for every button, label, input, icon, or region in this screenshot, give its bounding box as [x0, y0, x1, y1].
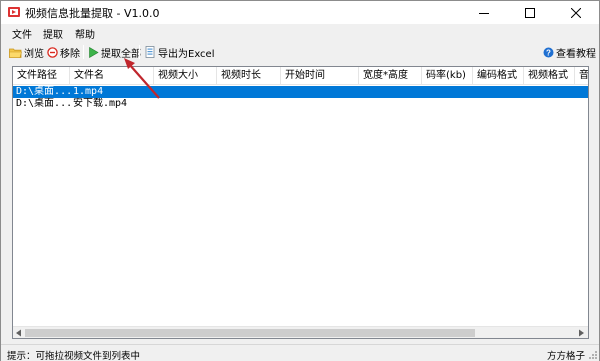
- export-icon: [145, 46, 155, 58]
- toolbar-separator: [83, 45, 84, 59]
- menu-bar: 文件 提取 帮助: [1, 24, 599, 42]
- help-icon: ?: [543, 47, 554, 57]
- title-bar[interactable]: 视频信息批量提取 - V1.0.0: [1, 1, 599, 24]
- window-title: 视频信息批量提取 - V1.0.0: [25, 7, 160, 20]
- remove-button[interactable]: 移除: [47, 43, 80, 61]
- scroll-left-icon[interactable]: [15, 329, 22, 337]
- close-icon: [571, 7, 581, 18]
- list-header: 文件路径 文件名 视频大小 视频时长 开始时间 宽度*高度 码率(kb) 编码格…: [13, 67, 588, 85]
- maximize-icon: [525, 7, 535, 18]
- scroll-right-icon[interactable]: [578, 329, 585, 337]
- column-header-resolution[interactable]: 宽度*高度: [359, 67, 422, 85]
- minimize-button[interactable]: [461, 1, 507, 24]
- svg-text:?: ?: [546, 48, 551, 57]
- export-excel-label: 导出为Excel: [158, 48, 215, 60]
- table-row[interactable]: D:\桌面... 安下载.mp4: [13, 98, 588, 110]
- folder-icon: [9, 48, 22, 58]
- status-brand: 方方格子: [546, 351, 585, 361]
- export-excel-button[interactable]: 导出为Excel: [145, 43, 215, 61]
- close-button[interactable]: [553, 1, 599, 24]
- app-window: 视频信息批量提取 - V1.0.0 文件 提取 帮助 浏览 移除 提取全部 导出…: [0, 0, 600, 361]
- remove-label: 移除: [60, 48, 80, 60]
- column-header-start-time[interactable]: 开始时间: [281, 67, 359, 85]
- tutorial-label: 查看教程: [556, 48, 596, 60]
- tutorial-button[interactable]: ? 查看教程: [543, 43, 596, 61]
- column-header-format[interactable]: 视频格式: [524, 67, 575, 85]
- cell-path: D:\桌面...: [16, 86, 70, 97]
- menu-file[interactable]: 文件: [12, 26, 32, 41]
- column-header-bitrate[interactable]: 码率(kb): [422, 67, 473, 85]
- maximize-button[interactable]: [507, 1, 553, 24]
- table-row[interactable]: D:\桌面... 1.mp4: [13, 86, 588, 98]
- column-header-filename[interactable]: 文件名: [70, 67, 154, 85]
- column-header-audio[interactable]: 音频: [575, 67, 588, 85]
- column-header-codec[interactable]: 编码格式: [473, 67, 524, 85]
- menu-extract[interactable]: 提取: [43, 26, 63, 41]
- column-header-video-size[interactable]: 视频大小: [154, 67, 217, 85]
- minimize-icon: [479, 12, 489, 14]
- cell-filename: 安下载.mp4: [73, 98, 128, 109]
- app-icon: [8, 7, 20, 17]
- play-icon: [89, 46, 99, 58]
- cell-filename: 1.mp4: [73, 86, 104, 97]
- browse-button[interactable]: 浏览: [9, 43, 44, 61]
- horizontal-scrollbar[interactable]: [13, 326, 588, 338]
- column-header-path[interactable]: 文件路径: [13, 67, 70, 85]
- scrollbar-thumb[interactable]: [25, 329, 475, 337]
- toolbar: 浏览 移除 提取全部 导出为Excel ? 查看教程: [1, 42, 599, 62]
- remove-icon: [47, 46, 58, 58]
- browse-label: 浏览: [24, 48, 44, 60]
- status-bar: 提示：可拖拉视频文件到列表中 方方格子: [1, 344, 599, 361]
- resize-grip-icon[interactable]: [589, 351, 598, 360]
- menu-help[interactable]: 帮助: [75, 26, 95, 41]
- file-list[interactable]: 文件路径 文件名 视频大小 视频时长 开始时间 宽度*高度 码率(kb) 编码格…: [12, 66, 589, 339]
- status-hint: 提示：可拖拉视频文件到列表中: [7, 351, 141, 361]
- column-header-duration[interactable]: 视频时长: [217, 67, 281, 85]
- toolbar-separator: [139, 45, 140, 59]
- extract-all-label: 提取全部: [101, 48, 141, 60]
- extract-all-button[interactable]: 提取全部: [88, 43, 141, 61]
- cell-path: D:\桌面...: [16, 98, 70, 109]
